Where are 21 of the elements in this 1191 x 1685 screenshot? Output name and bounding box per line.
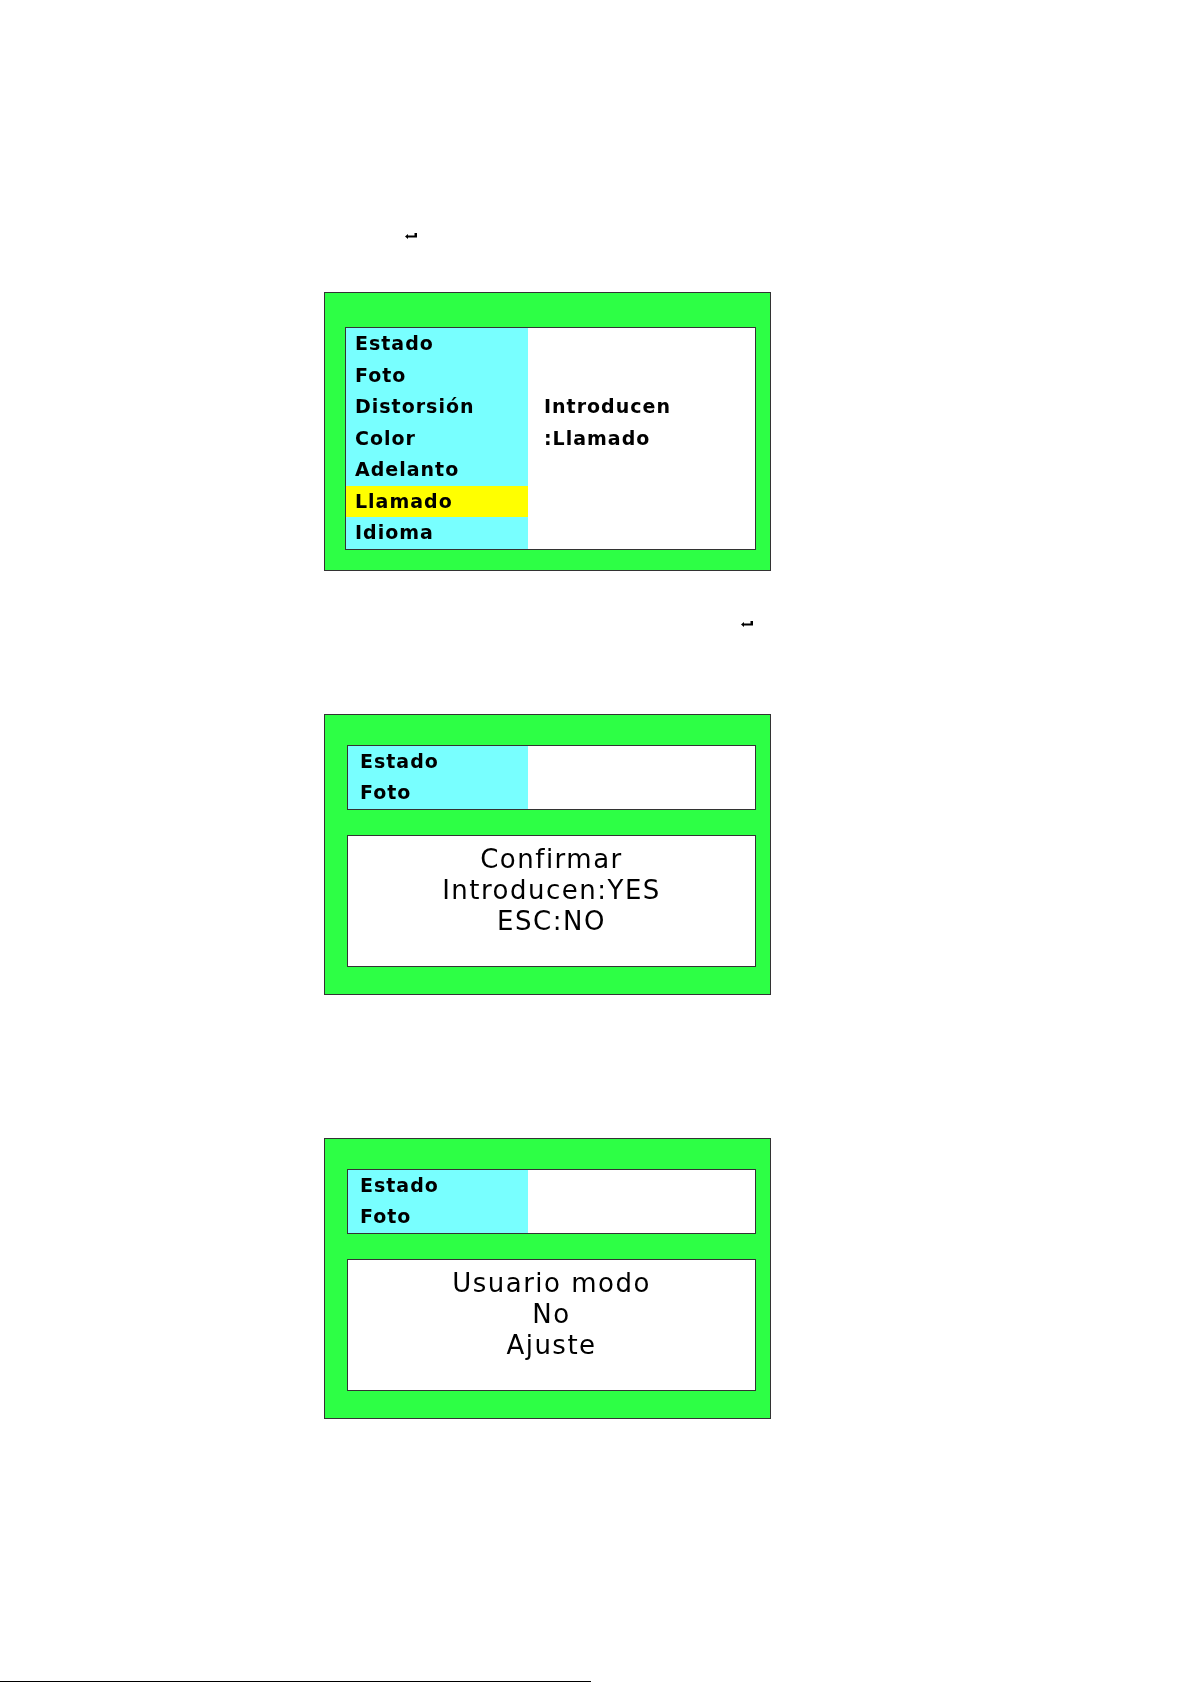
menu-item[interactable]: Foto <box>346 359 528 391</box>
menu-item[interactable]: Adelanto <box>346 454 528 486</box>
menu-item[interactable]: Foto <box>348 777 528 809</box>
message-text: No <box>532 1298 571 1330</box>
return-arrow-icon <box>741 620 753 627</box>
menu-item[interactable]: Color <box>346 422 528 454</box>
menu-item[interactable]: Distorsión <box>346 391 528 423</box>
message-text: Confirmar <box>480 843 623 875</box>
message-text: ESC:NO <box>497 905 606 937</box>
menu-item[interactable]: Idioma <box>346 517 528 549</box>
message-text: Introducen:YES <box>442 874 661 906</box>
message-text: Usuario modo <box>452 1267 651 1299</box>
menu-item[interactable]: Estado <box>348 745 528 777</box>
menu-item[interactable]: Llamado <box>346 485 528 517</box>
message-text: Ajuste <box>506 1329 597 1361</box>
menu-item[interactable]: Estado <box>348 1169 528 1201</box>
detail-text: :Llamado <box>544 425 651 451</box>
detail-text: Introducen <box>544 394 671 419</box>
menu-item[interactable]: Estado <box>346 328 528 360</box>
return-arrow-icon <box>405 233 417 239</box>
menu-item[interactable]: Foto <box>348 1201 528 1233</box>
